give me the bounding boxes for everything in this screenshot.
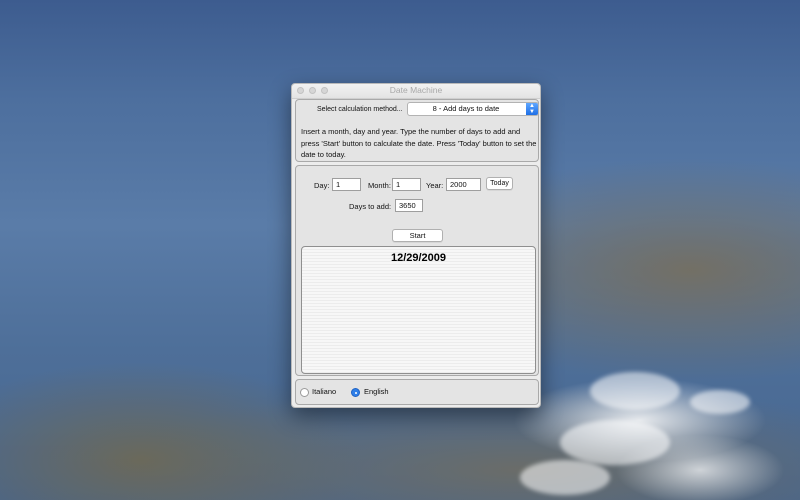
result-display: 12/29/2009 [301,246,536,374]
window-title: Date Machine [389,85,443,95]
day-field[interactable]: 1 [332,178,361,191]
cloud [690,390,750,414]
days-to-add-field[interactable]: 3650 [395,199,423,212]
today-button[interactable]: Today [486,177,513,190]
italiano-radio[interactable] [300,388,309,397]
cloud [560,420,670,465]
month-field[interactable]: 1 [392,178,421,191]
method-label: Select calculation method... [317,106,403,113]
italiano-label[interactable]: Italiano [312,387,336,396]
chevron-updown-icon: ▲ ▼ [526,103,538,115]
method-select[interactable]: 8 - Add days to date ▲ ▼ [407,102,539,116]
year-label: Year: [426,181,444,190]
cloud [520,460,610,495]
start-button[interactable]: Start [392,229,443,242]
method-selected-value: 8 - Add days to date [432,104,500,113]
day-label: Day: [314,181,330,190]
calculation-panel: Day: 1 Month: 1 Year: 2000 Today Days to… [295,165,539,376]
english-radio[interactable] [351,388,360,397]
cloud [590,372,680,410]
result-date: 12/29/2009 [390,252,447,264]
month-label: Month: [368,181,391,190]
method-panel: Select calculation method... 8 - Add day… [295,99,539,162]
language-panel: Italiano English [295,379,539,405]
instructions-text: Insert a month, day and year. Type the n… [301,127,537,159]
title-bar[interactable]: Date Machine [292,84,540,99]
year-field[interactable]: 2000 [446,178,481,191]
english-label[interactable]: English [364,387,389,396]
days-to-add-label: Days to add: [349,202,392,211]
date-machine-window: Date Machine Select calculation method..… [291,83,541,408]
